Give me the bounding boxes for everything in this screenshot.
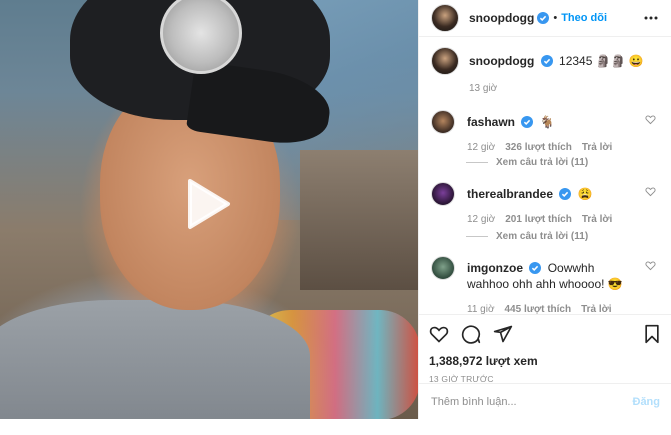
reply-button[interactable]: Trả lời <box>582 140 612 156</box>
video-background-wall <box>300 150 418 290</box>
share-icon[interactable] <box>493 324 513 344</box>
add-comment-bar: Đăng <box>419 383 671 419</box>
bookmark-icon[interactable] <box>642 324 662 344</box>
view-replies-label: Xem câu trả lời (11) <box>496 157 589 168</box>
verified-badge-icon <box>529 262 542 274</box>
post-caption: snoopdogg 12345 🗿🗿 😀 13 giờ <box>419 37 671 97</box>
comment-like-heart-icon[interactable] <box>645 186 656 197</box>
view-replies-button[interactable]: Xem câu trả lời (11) <box>466 157 588 168</box>
more-options-icon[interactable] <box>643 10 659 26</box>
post-header: snoopdogg • Theo dõi <box>419 0 671 37</box>
comment-likes[interactable]: 201 lượt thích <box>505 212 572 228</box>
bottom-strip <box>0 419 671 435</box>
comment-time[interactable]: 12 giờ <box>467 212 495 228</box>
follow-button[interactable]: Theo dõi <box>561 12 607 24</box>
comment-likes[interactable]: 326 lượt thích <box>505 140 572 156</box>
post-comment-button[interactable]: Đăng <box>633 396 661 408</box>
comment-item: therealbrandee 😩 12 giờ 201 lượt thích T… <box>419 182 671 228</box>
play-icon <box>188 179 230 229</box>
replies-divider <box>466 236 488 237</box>
comment-input[interactable] <box>431 395 633 408</box>
view-count[interactable]: 1,388,972 lượt xem <box>429 354 662 368</box>
view-replies-button[interactable]: Xem câu trả lời (11) <box>466 231 588 242</box>
verified-badge-icon <box>559 188 572 200</box>
commenter-avatar[interactable] <box>431 182 455 206</box>
verified-badge-icon <box>540 55 553 67</box>
comment-text: 😩 <box>577 187 593 201</box>
comment-item: fashawn 🐐 12 giờ 326 lượt thích Trả lời <box>419 110 671 156</box>
reply-button[interactable]: Trả lời <box>582 212 612 228</box>
comment-like-heart-icon[interactable] <box>645 260 656 271</box>
commenter-username[interactable]: fashawn <box>467 115 515 129</box>
commenter-username[interactable]: therealbrandee <box>467 187 553 201</box>
comment-like-heart-icon[interactable] <box>645 114 656 125</box>
comment-item: imgonzoe Oowwhh wahhoo ohh ahh whoooo! 😎… <box>419 256 671 318</box>
commenter-avatar[interactable] <box>431 256 455 280</box>
heart-icon[interactable] <box>429 324 449 344</box>
caption-username[interactable]: snoopdogg <box>469 54 534 68</box>
replies-divider <box>466 162 488 163</box>
video-person-shirt <box>0 300 310 419</box>
caption-avatar[interactable] <box>431 47 459 75</box>
author-username[interactable]: snoopdogg <box>469 11 534 25</box>
post-actions: 1,388,972 lượt xem 13 GIỜ TRƯỚC <box>419 314 671 384</box>
post-panel: snoopdogg • Theo dõi snoopdogg 12345 🗿🗿 … <box>418 0 671 435</box>
header-separator: • <box>553 12 558 24</box>
video-player[interactable] <box>0 0 418 419</box>
commenter-username[interactable]: imgonzoe <box>467 261 523 275</box>
verified-badge-icon <box>537 12 550 24</box>
caption-text: 12345 🗿🗿 😀 <box>559 54 644 68</box>
comment-time[interactable]: 12 giờ <box>467 140 495 156</box>
play-button[interactable] <box>180 177 234 231</box>
view-replies-label: Xem câu trả lời (11) <box>496 231 589 242</box>
author-avatar[interactable] <box>431 4 459 32</box>
commenter-avatar[interactable] <box>431 110 455 134</box>
verified-badge-icon <box>521 116 534 128</box>
caption-time: 13 giờ <box>469 83 498 94</box>
comment-icon[interactable] <box>461 324 481 344</box>
comment-text: 🐐 <box>539 115 555 129</box>
